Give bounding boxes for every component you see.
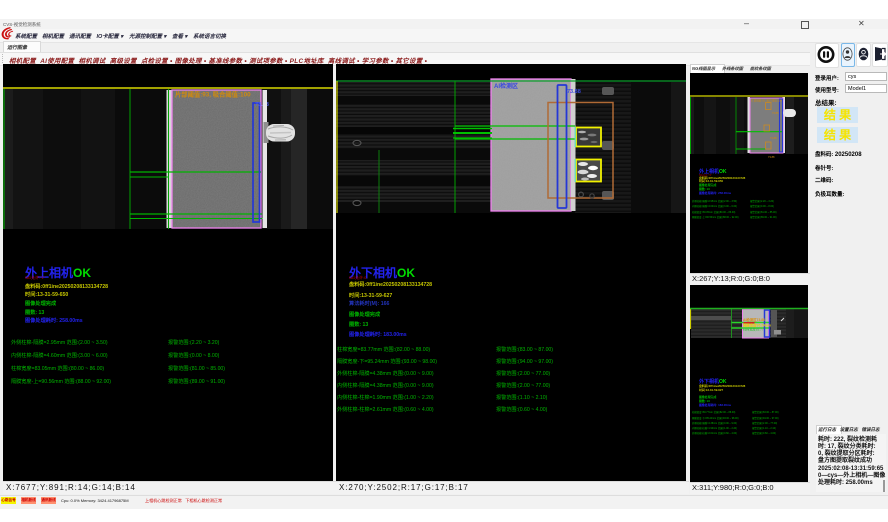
svg-text:73.88: 73.88	[770, 136, 777, 140]
svg-text:73.88: 73.88	[768, 155, 775, 159]
svg-text:AI检测区73.88: AI检测区73.88	[743, 317, 765, 322]
svg-text:AI检测区: AI检测区	[494, 82, 518, 90]
svg-text:73.88: 73.88	[772, 111, 779, 115]
svg-text:片部阈值:93, 吸合阈值:100: 片部阈值:93, 吸合阈值:100	[751, 99, 782, 103]
svg-text:片部阈值:93, 吸合阈值:100: 片部阈值:93, 吸合阈值:100	[175, 90, 251, 99]
svg-text:73.88: 73.88	[567, 89, 581, 95]
svg-text:柱棉宽度83.77: 柱棉宽度83.77	[743, 327, 764, 332]
